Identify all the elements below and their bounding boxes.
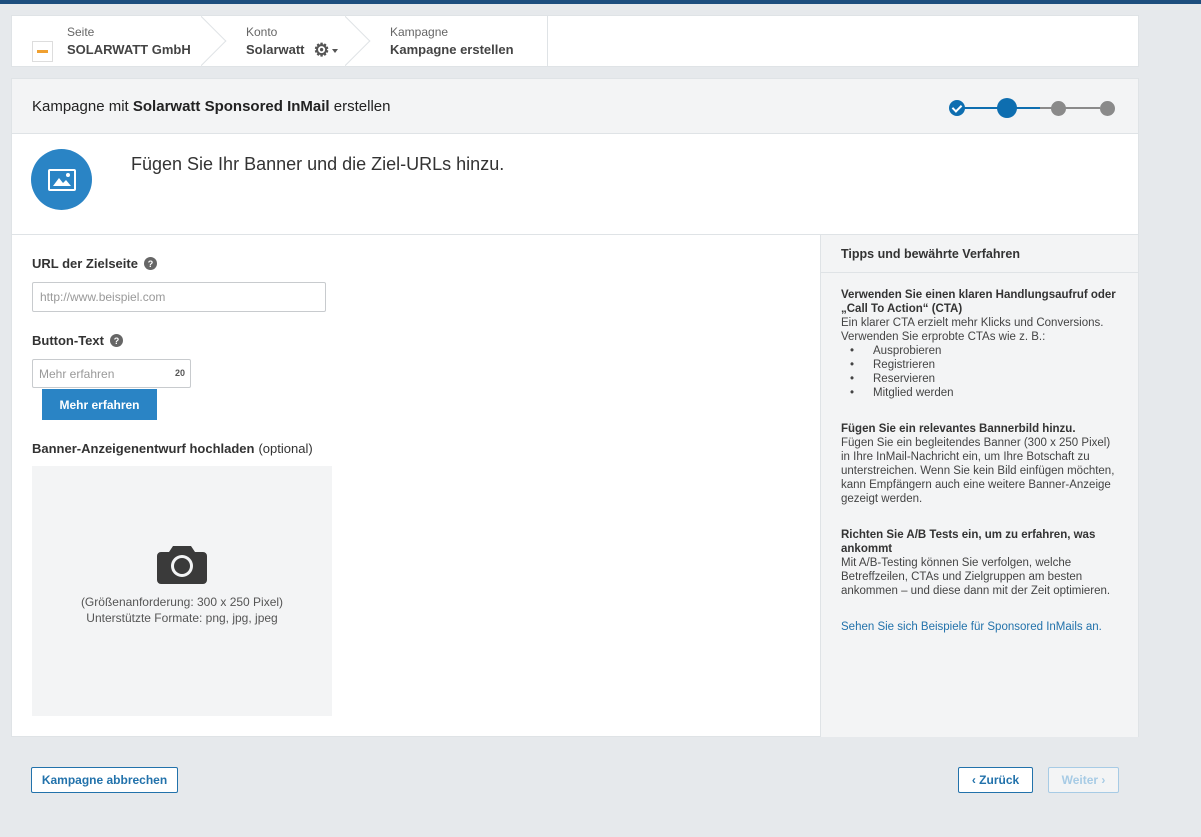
title-campaign-name: Solarwatt Sponsored InMail bbox=[132, 98, 330, 115]
breadcrumb-site-label: Seite bbox=[67, 25, 95, 39]
company-logo bbox=[32, 41, 53, 62]
tip-text: Mit A/B-Testing können Sie verfolgen, we… bbox=[841, 557, 1111, 597]
char-counter: 20 bbox=[174, 368, 185, 378]
help-icon[interactable]: ? bbox=[143, 257, 157, 270]
step-line-done bbox=[964, 107, 998, 109]
breadcrumb-separator bbox=[345, 15, 371, 67]
form-section: URL der Zielseite ? Button-Text ? 20 Meh… bbox=[12, 235, 820, 737]
breadcrumb-site-value: SOLARWATT GmbH bbox=[67, 42, 191, 57]
breadcrumb-campaign: Kampagne Kampagne erstellen bbox=[370, 16, 548, 66]
intro-text: Fügen Sie Ihr Banner und die Ziel-URLs h… bbox=[131, 154, 505, 174]
chevron-down-icon[interactable] bbox=[331, 49, 338, 53]
tip-text: Fügen Sie ein begleitendes Banner (300 x… bbox=[841, 437, 1115, 505]
step-1-done-icon bbox=[949, 100, 965, 116]
breadcrumb-account[interactable]: Konto Solarwatt ⚙ bbox=[226, 16, 370, 66]
tip-heading: Fügen Sie ein relevantes Bannerbild hinz… bbox=[841, 423, 1076, 435]
cancel-campaign-button[interactable]: Kampagne abbrechen bbox=[31, 767, 178, 793]
next-button[interactable]: Weiter › bbox=[1048, 767, 1119, 793]
back-button[interactable]: ‹ Zurück bbox=[958, 767, 1033, 793]
breadcrumb-campaign-value: Kampagne erstellen bbox=[390, 42, 514, 57]
tip-ab-test: Richten Sie A/B Tests ein, um zu erfahre… bbox=[841, 528, 1122, 598]
top-bar bbox=[0, 0, 1201, 4]
cta-example-list: Ausprobieren Registrieren Reservieren Mi… bbox=[841, 344, 1122, 400]
camera-icon bbox=[157, 544, 207, 589]
tip-banner: Fügen Sie ein relevantes Bannerbild hinz… bbox=[841, 422, 1122, 506]
banner-upload-area[interactable]: (Größenanforderung: 300 x 250 Pixel) Unt… bbox=[32, 466, 332, 716]
breadcrumb-campaign-label: Kampagne bbox=[390, 25, 449, 39]
step-4-todo bbox=[1100, 101, 1115, 116]
help-icon[interactable]: ? bbox=[109, 334, 123, 347]
campaign-card: Kampagne mit Solarwatt Sponsored InMail … bbox=[11, 78, 1139, 737]
button-text-label: Button-Text ? bbox=[32, 333, 123, 348]
url-input[interactable] bbox=[32, 282, 326, 312]
tip-heading: Richten Sie A/B Tests ein, um zu erfahre… bbox=[841, 529, 1096, 555]
step-indicator bbox=[948, 98, 1115, 118]
list-item: Registrieren bbox=[850, 358, 1122, 372]
breadcrumb-site[interactable]: Seite SOLARWATT GmbH bbox=[12, 16, 226, 66]
tip-text: Ein klarer CTA erzielt mehr Klicks und C… bbox=[841, 317, 1104, 343]
button-text-label-text: Button-Text bbox=[32, 333, 104, 348]
intro-section: Fügen Sie Ihr Banner und die Ziel-URLs h… bbox=[12, 134, 1138, 235]
tip-cta: Verwenden Sie einen klaren Handlungsaufr… bbox=[841, 288, 1122, 400]
cta-preview-button[interactable]: Mehr erfahren bbox=[42, 389, 157, 420]
page-title: Kampagne mit Solarwatt Sponsored InMail … bbox=[32, 98, 390, 115]
step-line-current bbox=[1016, 107, 1040, 109]
button-text-input[interactable] bbox=[33, 360, 163, 387]
step-2-current bbox=[997, 98, 1017, 118]
image-icon bbox=[31, 149, 92, 210]
title-prefix: Kampagne mit bbox=[32, 98, 129, 115]
list-item: Mitglied werden bbox=[850, 386, 1122, 400]
card-header: Kampagne mit Solarwatt Sponsored InMail … bbox=[12, 79, 1138, 134]
url-label: URL der Zielseite ? bbox=[32, 256, 157, 271]
banner-label: Banner-Anzeigenentwurf hochladen (option… bbox=[32, 441, 313, 456]
url-label-text: URL der Zielseite bbox=[32, 256, 138, 271]
title-suffix: erstellen bbox=[333, 98, 391, 115]
step-3-todo bbox=[1051, 101, 1066, 116]
upload-formats-text: Unterstützte Formate: png, jpg, jpeg bbox=[86, 611, 278, 625]
examples-link[interactable]: Sehen Sie sich Beispiele für Sponsored I… bbox=[841, 620, 1122, 634]
upload-size-text: (Größenanforderung: 300 x 250 Pixel) bbox=[80, 595, 284, 609]
breadcrumb-separator bbox=[201, 15, 227, 67]
tips-title: Tipps und bewährte Verfahren bbox=[821, 235, 1138, 273]
step-line-todo bbox=[1040, 107, 1100, 109]
list-item: Reservieren bbox=[850, 372, 1122, 386]
breadcrumb: Seite SOLARWATT GmbH Konto Solarwatt ⚙ K… bbox=[11, 15, 1139, 67]
tips-panel: Tipps und bewährte Verfahren Verwenden S… bbox=[820, 235, 1138, 737]
button-text-field: 20 bbox=[32, 359, 191, 388]
gear-icon[interactable]: ⚙ bbox=[314, 41, 330, 59]
banner-optional: (optional) bbox=[258, 441, 313, 456]
list-item: Ausprobieren bbox=[850, 344, 1122, 358]
tip-heading: Verwenden Sie einen klaren Handlungsaufr… bbox=[841, 289, 1116, 315]
banner-label-text: Banner-Anzeigenentwurf hochladen bbox=[32, 441, 255, 456]
breadcrumb-account-value: Solarwatt bbox=[246, 42, 305, 57]
